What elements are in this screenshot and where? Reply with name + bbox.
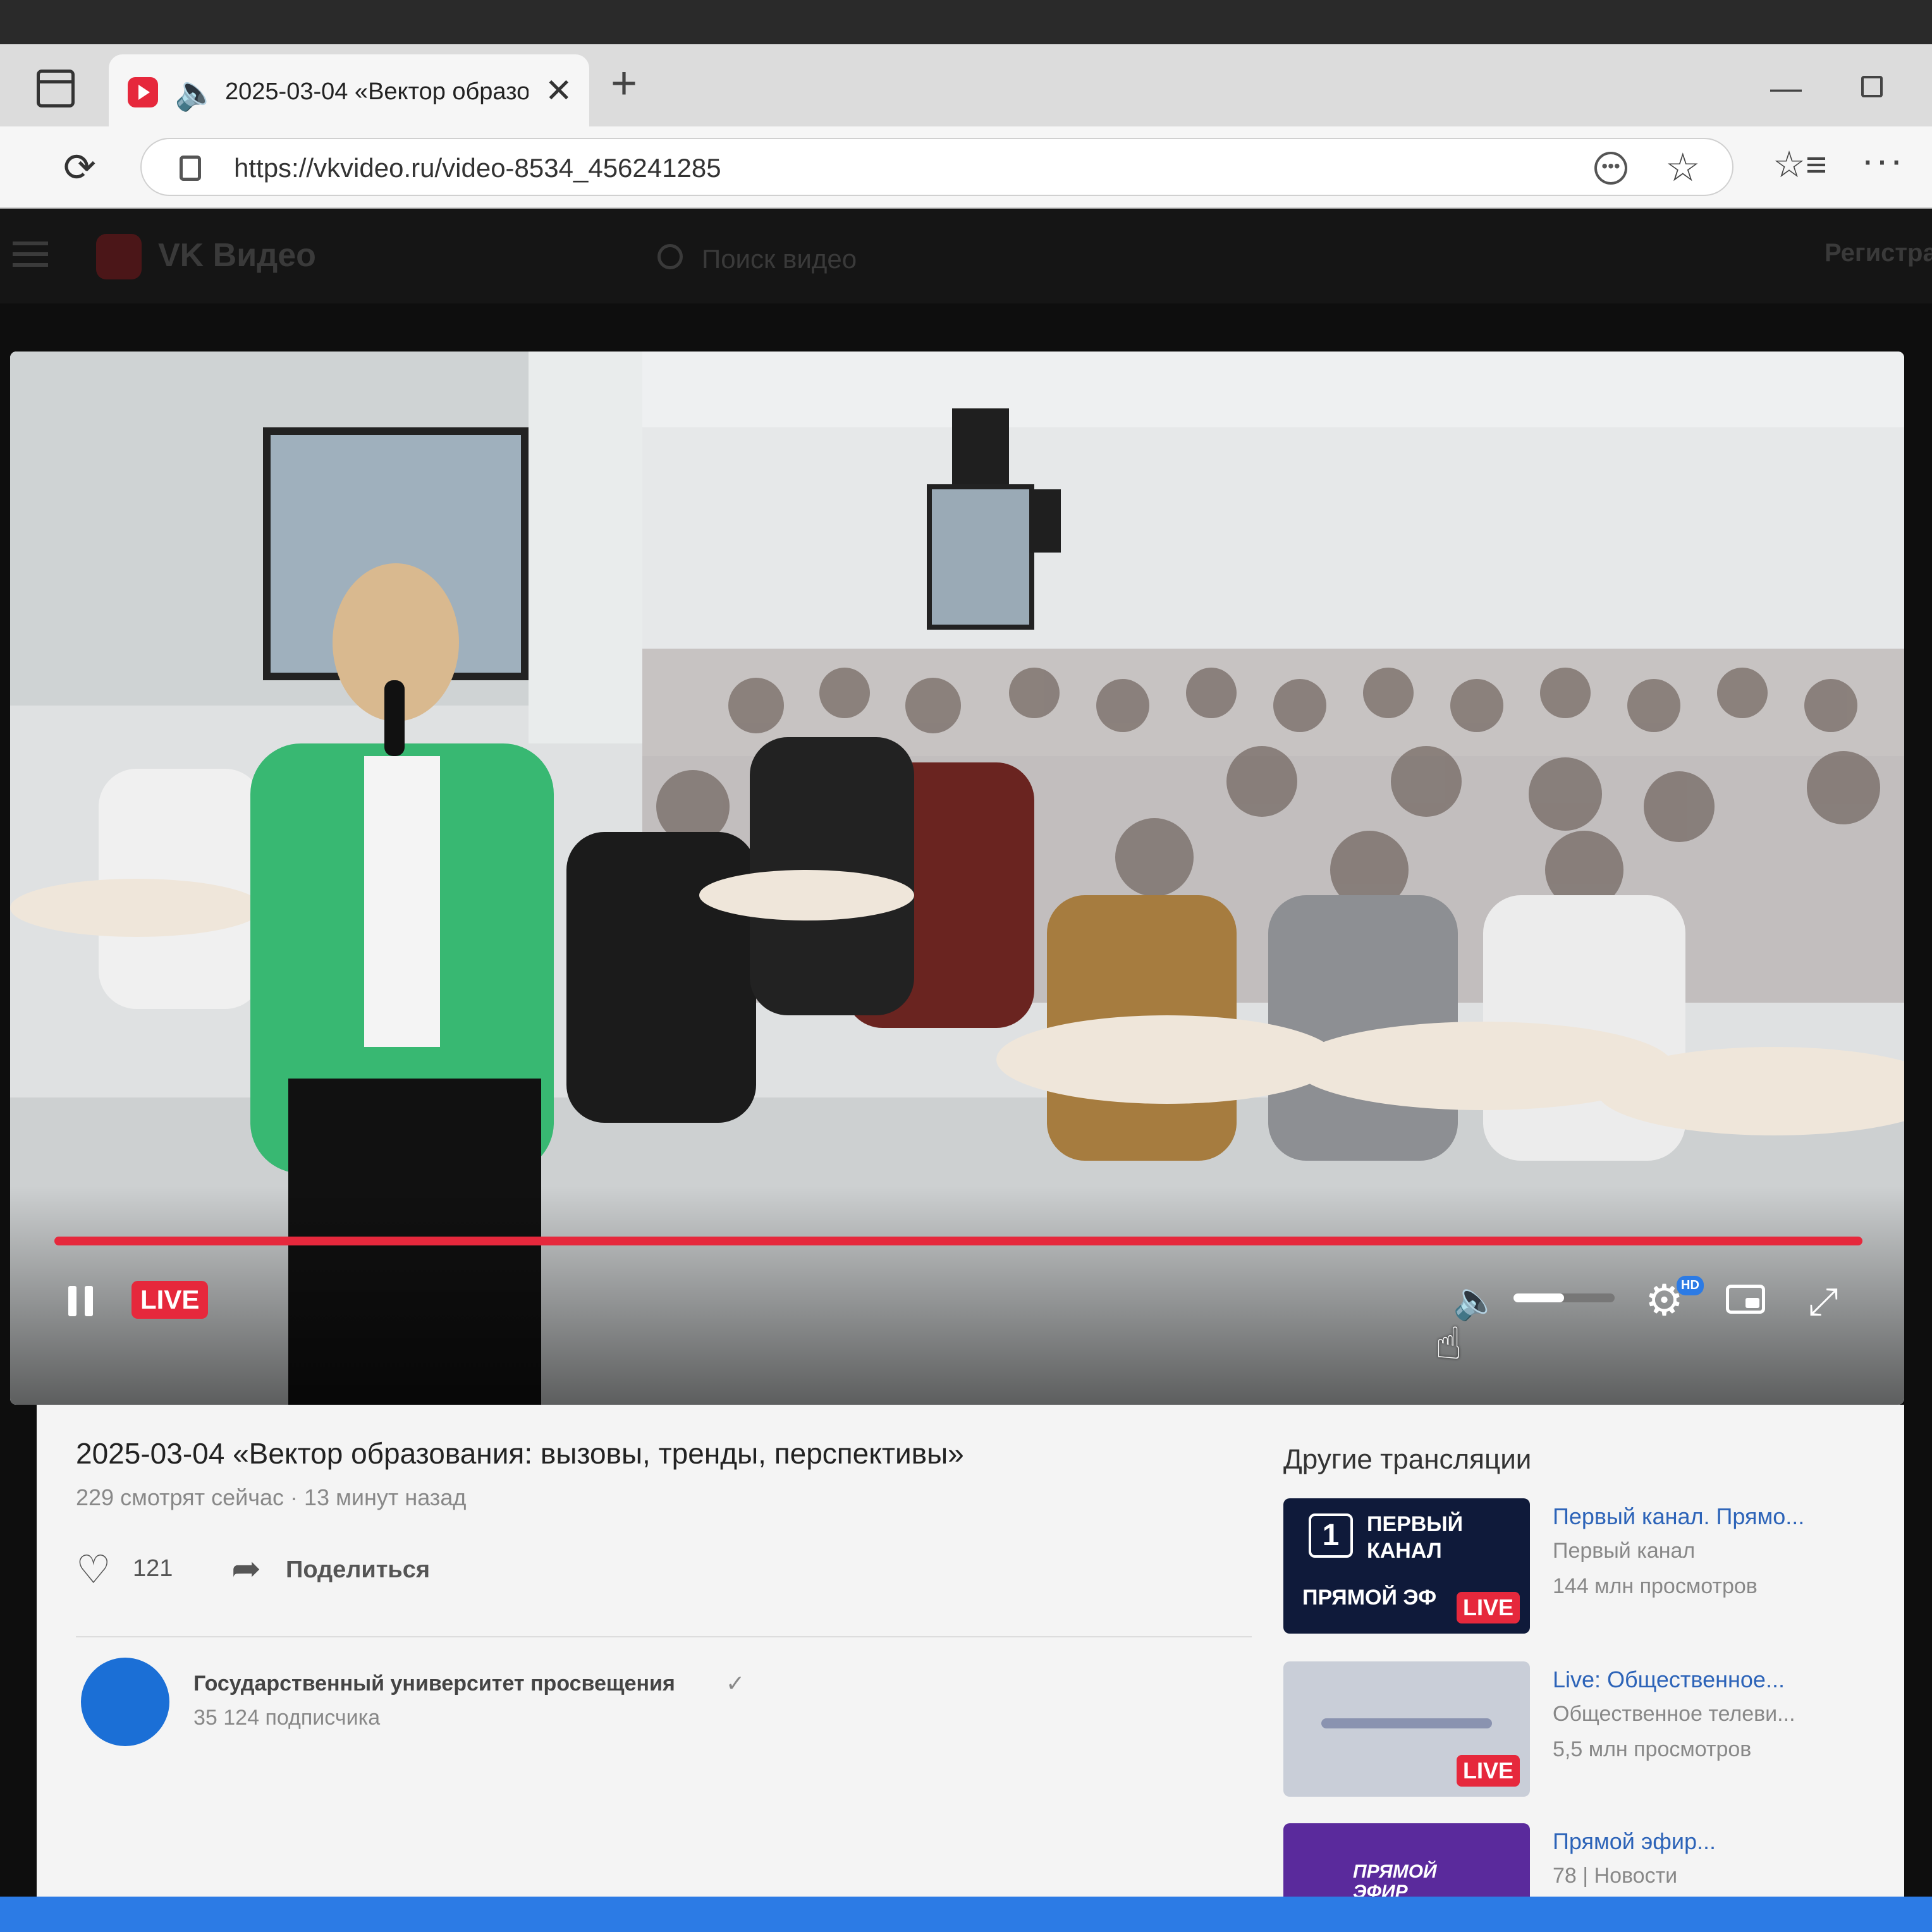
- monitor-bezel: [0, 0, 1932, 44]
- vk-favicon-icon: [128, 77, 158, 107]
- search-input[interactable]: Поиск видео: [645, 234, 1467, 279]
- register-button[interactable]: Регистра: [1825, 239, 1932, 267]
- pause-icon[interactable]: [68, 1286, 95, 1316]
- url-text[interactable]: https://vkvideo.ru/video-8534_456241285: [234, 153, 721, 183]
- plus-icon[interactable]: +: [611, 61, 637, 106]
- related-item[interactable]: 1 ПЕРВЫЙ КАНАЛ ПРЯМОЙ ЭФ LIVE Первый кан…: [1283, 1498, 1890, 1637]
- channel-subscribers: 35 124 подписчика: [193, 1706, 381, 1730]
- hand-cursor-icon: ☝: [1435, 1319, 1462, 1368]
- lock-icon[interactable]: [180, 156, 201, 181]
- related-views: 144 млн просмотров: [1553, 1574, 1758, 1598]
- menu-icon[interactable]: ···: [1861, 138, 1904, 183]
- vk-header: VK Видео Поиск видео Регистра: [0, 209, 1932, 303]
- related-item[interactable]: LIVE Live: Общественное... Общественное …: [1283, 1661, 1890, 1801]
- vk-page: VK Видео Поиск видео Регистра LIVE 🔈 ⚙ H…: [0, 209, 1932, 1932]
- more-icon[interactable]: •••: [1594, 152, 1627, 185]
- browser-address-bar: ⟳ https://vkvideo.ru/video-8534_45624128…: [0, 126, 1932, 209]
- favorites-icon[interactable]: ☆≡: [1773, 143, 1827, 186]
- vk-logo-text[interactable]: VK Видео: [158, 236, 316, 274]
- volume-icon[interactable]: 🔈: [1453, 1280, 1498, 1323]
- verified-check-icon: ✓: [726, 1670, 745, 1696]
- related-views: 5,5 млн просмотров: [1553, 1737, 1752, 1761]
- browser-tab-bar: 🔈 2025-03-04 «Вектор образо ✕ + —: [0, 44, 1932, 126]
- sidebar-icon[interactable]: [37, 70, 75, 107]
- related-title[interactable]: Прямой эфир...: [1553, 1828, 1881, 1855]
- video-info-panel: 2025-03-04 «Вектор образования: вызовы, …: [37, 1405, 1252, 1932]
- volume-fill: [1513, 1293, 1564, 1302]
- live-badge: LIVE: [1456, 1755, 1520, 1787]
- video-player[interactable]: LIVE 🔈 ⚙ HD ⤢ ☝: [10, 352, 1904, 1405]
- related-heading: Другие трансляции: [1283, 1444, 1532, 1475]
- search-icon: [657, 244, 683, 269]
- taskbar: [0, 1897, 1932, 1932]
- live-badge: LIVE: [1456, 1592, 1520, 1623]
- speaker-icon[interactable]: 🔈: [174, 73, 217, 113]
- burger-menu-icon[interactable]: [13, 242, 48, 267]
- thumb-logo-icon: [1321, 1718, 1492, 1728]
- channel-avatar[interactable]: [81, 1658, 169, 1746]
- star-icon[interactable]: ☆: [1665, 144, 1701, 190]
- close-icon[interactable]: ✕: [545, 72, 573, 110]
- related-title[interactable]: Первый канал. Прямо...: [1553, 1503, 1881, 1530]
- url-field[interactable]: https://vkvideo.ru/video-8534_456241285 …: [140, 138, 1733, 196]
- related-thumbnail[interactable]: 1 ПЕРВЫЙ КАНАЛ ПРЯМОЙ ЭФ LIVE: [1283, 1498, 1530, 1634]
- vk-logo-icon[interactable]: [96, 234, 142, 279]
- related-streams-panel: Другие трансляции 1 ПЕРВЫЙ КАНАЛ ПРЯМОЙ …: [1252, 1405, 1904, 1932]
- share-label: Поделиться: [286, 1556, 431, 1583]
- share-arrow-icon: ➦: [231, 1548, 261, 1588]
- thumb-text: ПРЯМОЙ ЭФ: [1302, 1586, 1437, 1610]
- browser-tab[interactable]: 🔈 2025-03-04 «Вектор образо ✕: [109, 54, 589, 126]
- fullscreen-icon[interactable]: ⤢: [1808, 1280, 1838, 1324]
- thumb-text: КАНАЛ: [1367, 1539, 1442, 1563]
- divider: [76, 1636, 1252, 1637]
- hd-badge: HD: [1677, 1276, 1704, 1295]
- tab-title: 2025-03-04 «Вектор образо: [225, 78, 529, 105]
- heart-icon: ♡: [76, 1548, 111, 1592]
- thumb-text: ПРЯМОЙ: [1353, 1861, 1437, 1882]
- minimize-icon[interactable]: —: [1770, 70, 1802, 106]
- related-thumbnail[interactable]: LIVE: [1283, 1661, 1530, 1797]
- live-badge[interactable]: LIVE: [131, 1281, 209, 1319]
- related-channel[interactable]: 78 | Новости: [1553, 1864, 1881, 1888]
- controls-overlay: [10, 1186, 1904, 1405]
- thumb-text: ПЕРВЫЙ: [1367, 1512, 1464, 1536]
- search-placeholder: Поиск видео: [702, 244, 857, 274]
- like-count: 121: [133, 1555, 173, 1582]
- picture-in-picture-icon[interactable]: [1726, 1285, 1765, 1314]
- related-channel[interactable]: Первый канал: [1553, 1539, 1881, 1563]
- video-title: 2025-03-04 «Вектор образования: вызовы, …: [76, 1437, 964, 1470]
- reload-icon[interactable]: ⟳: [63, 144, 96, 190]
- video-meta: 229 смотрят сейчас · 13 минут назад: [76, 1484, 467, 1510]
- maximize-icon[interactable]: [1861, 76, 1883, 97]
- related-channel[interactable]: Общественное телеви...: [1553, 1702, 1881, 1727]
- volume-slider[interactable]: [1513, 1293, 1615, 1302]
- progress-bar[interactable]: [54, 1237, 1862, 1245]
- channel-name[interactable]: Государственный университет просвещения: [193, 1672, 675, 1696]
- related-title[interactable]: Live: Общественное...: [1553, 1666, 1881, 1693]
- channel-one-logo-icon: 1: [1309, 1513, 1353, 1558]
